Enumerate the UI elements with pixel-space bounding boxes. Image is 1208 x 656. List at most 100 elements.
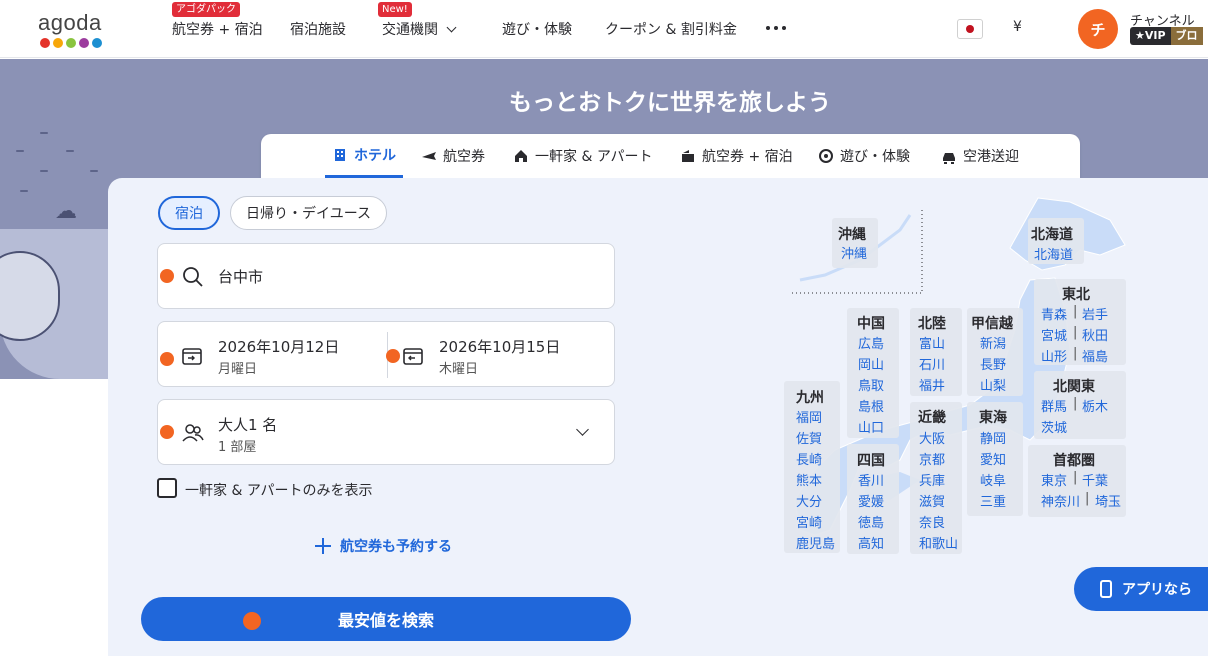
tab-activities-label: 遊び・体験	[840, 149, 910, 165]
pref-ibaraki[interactable]: 茨城	[1041, 417, 1067, 436]
pref-nagasaki[interactable]: 長崎	[796, 449, 822, 468]
pref-aichi[interactable]: 愛知	[980, 449, 1006, 468]
search-button[interactable]: 最安値を検索	[141, 597, 631, 641]
checkin-date[interactable]: 2026年10月12日	[218, 336, 339, 357]
tab-activities[interactable]: 遊び・体験	[818, 134, 910, 178]
pref-nara[interactable]: 奈良	[919, 512, 945, 531]
region-koshinetsu-name: 甲信越	[971, 316, 1013, 332]
pref-kagoshima[interactable]: 鹿児島	[796, 533, 835, 552]
nav-activities-label: 遊び・体験	[502, 22, 572, 38]
vip-label: ★VIP	[1130, 27, 1171, 45]
stay-type-overnight[interactable]: 宿泊	[158, 196, 220, 230]
pref-hiroshima[interactable]: 広島	[858, 333, 884, 352]
pref-gunma[interactable]: 群馬	[1041, 396, 1067, 415]
pref-nagano[interactable]: 長野	[980, 354, 1006, 373]
pref-kumamoto[interactable]: 熊本	[796, 470, 822, 489]
pref-miyazaki[interactable]: 宮崎	[796, 512, 822, 531]
pref-mie[interactable]: 三重	[980, 491, 1006, 510]
pref-hyogo[interactable]: 兵庫	[919, 470, 945, 489]
pref-osaka[interactable]: 大阪	[919, 428, 945, 447]
pref-okinawa[interactable]: 沖縄	[841, 243, 867, 262]
stay-type-dayuse[interactable]: 日帰り・デイユース	[230, 196, 387, 230]
checkout-date[interactable]: 2026年10月15日	[439, 336, 560, 357]
pref-yamagata[interactable]: 山形	[1041, 346, 1067, 365]
pref-oita[interactable]: 大分	[796, 491, 822, 510]
pref-kanagawa[interactable]: 神奈川	[1041, 491, 1080, 510]
pref-shimane[interactable]: 島根	[858, 396, 884, 415]
homes-only-checkbox[interactable]	[157, 478, 177, 498]
pref-yamaguchi[interactable]: 山口	[858, 417, 884, 436]
pref-niigata[interactable]: 新潟	[980, 333, 1006, 352]
package-icon	[682, 150, 694, 162]
pref-iwate[interactable]: 岩手	[1082, 304, 1108, 323]
tab-hotel[interactable]: ホテル	[325, 134, 403, 178]
region-tohoku-name: 東北	[1062, 287, 1090, 303]
pref-yamanashi[interactable]: 山梨	[980, 375, 1006, 394]
decor-cloud-shape	[0, 251, 60, 341]
avatar[interactable]: チ	[1078, 9, 1118, 49]
pref-separator: |	[1073, 470, 1078, 485]
pref-shiga[interactable]: 滋賀	[919, 491, 945, 510]
app-download-button[interactable]: アプリなら	[1074, 567, 1208, 611]
pref-kagawa[interactable]: 香川	[858, 470, 884, 489]
guests-field[interactable]: 大人1 名 1 部屋	[157, 399, 615, 465]
pref-ehime[interactable]: 愛媛	[858, 491, 884, 510]
pref-shizuoka[interactable]: 静岡	[980, 428, 1006, 447]
pref-wakayama[interactable]: 和歌山	[919, 533, 958, 552]
pref-toyama[interactable]: 富山	[919, 333, 945, 352]
decor-dash	[16, 150, 24, 152]
activity-icon	[819, 149, 833, 163]
pref-tokyo[interactable]: 東京	[1041, 470, 1067, 489]
pref-tokushima[interactable]: 徳島	[858, 512, 884, 531]
homes-only-label: 一軒家 & アパートのみを表示	[185, 483, 373, 499]
tab-homes[interactable]: 一軒家 & アパート	[513, 134, 653, 178]
plane-icon	[422, 152, 436, 160]
region-kinki-name: 近畿	[918, 410, 946, 426]
pref-fukushima[interactable]: 福島	[1082, 346, 1108, 365]
pref-kyoto[interactable]: 京都	[919, 449, 945, 468]
guests-count: 大人1 名	[218, 416, 278, 434]
pref-saga[interactable]: 佐賀	[796, 428, 822, 447]
chevron-down-icon[interactable]	[576, 423, 589, 436]
pref-tochigi[interactable]: 栃木	[1082, 396, 1108, 415]
destination-field[interactable]: 台中市	[157, 243, 615, 309]
pref-tottori[interactable]: 鳥取	[858, 375, 884, 394]
pref-okayama[interactable]: 岡山	[858, 354, 884, 373]
region-kyushu-name: 九州	[796, 390, 824, 406]
logo-text: agoda	[38, 10, 102, 35]
vip-badge: ★VIP ブロ	[1130, 27, 1203, 45]
tab-airport-transfer[interactable]: 空港送迎	[941, 134, 1019, 178]
date-field[interactable]: 2026年10月12日 月曜日 2026年10月15日 木曜日	[157, 321, 615, 387]
search-button-label: 最安値を検索	[337, 611, 434, 630]
pref-hokkaido[interactable]: 北海道	[1034, 244, 1073, 263]
pref-fukuoka[interactable]: 福岡	[796, 407, 822, 426]
field-indicator	[160, 425, 174, 439]
currency-selector[interactable]: ¥	[1013, 19, 1022, 35]
decor-dash	[40, 132, 48, 134]
pref-ishikawa[interactable]: 石川	[919, 354, 945, 373]
tab-package[interactable]: 航空券 + 宿泊	[680, 134, 793, 178]
nav-accommodation[interactable]: 宿泊施設	[290, 0, 346, 58]
pref-gifu[interactable]: 岐阜	[980, 470, 1006, 489]
more-menu-icon[interactable]	[766, 26, 786, 30]
pref-saitama[interactable]: 埼玉	[1095, 491, 1121, 510]
nav-coupons-label: クーポン & 割引料金	[605, 22, 737, 38]
tab-flights[interactable]: 航空券	[421, 134, 485, 178]
region-chugoku-name: 中国	[857, 316, 885, 332]
nav-activities[interactable]: 遊び・体験	[502, 0, 572, 58]
field-indicator	[386, 349, 400, 363]
house-icon	[515, 150, 527, 162]
nav-coupons[interactable]: クーポン & 割引料金	[605, 0, 737, 58]
language-flag-icon[interactable]	[957, 19, 983, 39]
pref-fukui[interactable]: 福井	[919, 375, 945, 394]
add-flight-button[interactable]: 航空券も予約する	[314, 536, 452, 556]
pref-kochi[interactable]: 高知	[858, 533, 884, 552]
agoda-logo[interactable]: agoda	[38, 10, 112, 50]
pref-chiba[interactable]: 千葉	[1082, 470, 1108, 489]
pref-miyagi[interactable]: 宮城	[1041, 325, 1067, 344]
pref-akita[interactable]: 秋田	[1082, 325, 1108, 344]
rooms-count: 1 部屋	[218, 440, 257, 455]
pref-aomori[interactable]: 青森	[1041, 304, 1067, 323]
decor-dash	[20, 190, 28, 192]
hotel-icon	[335, 148, 345, 161]
